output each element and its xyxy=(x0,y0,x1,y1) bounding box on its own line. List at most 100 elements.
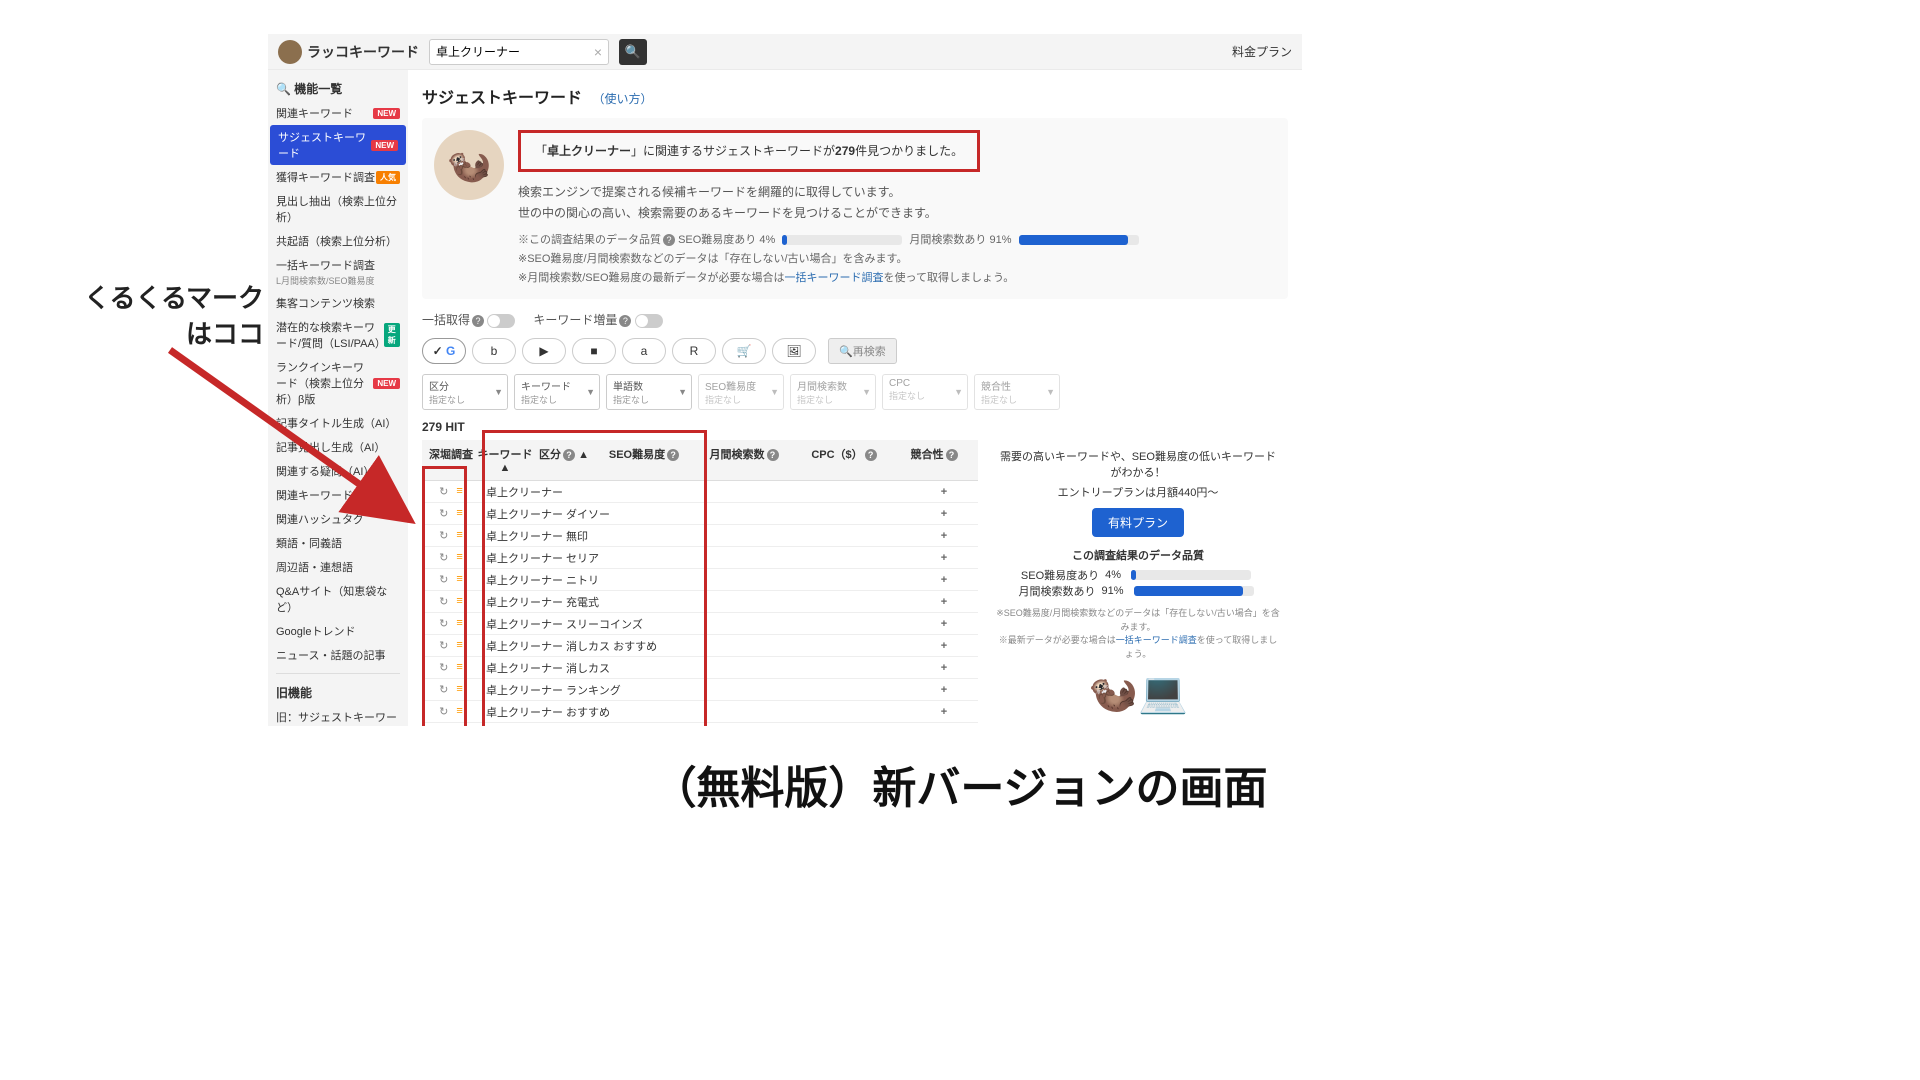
annotation-arrow-icon xyxy=(150,330,430,540)
refresh-icon[interactable]: ↻ xyxy=(439,551,448,564)
research-button[interactable]: 🔍再検索 xyxy=(828,338,897,364)
sidebar-item[interactable]: Googleトレンド xyxy=(268,619,408,643)
info-icon[interactable]: ? xyxy=(472,315,484,327)
sidebar-item[interactable]: ニュース・話題の記事 xyxy=(268,643,408,667)
engine-button[interactable]: ■ xyxy=(572,338,616,364)
keyword-cell: 卓上クリーナー 充電式 xyxy=(476,594,914,610)
menu-icon[interactable]: ≡ xyxy=(456,595,462,608)
menu-icon[interactable]: ≡ xyxy=(456,573,462,586)
sidebar-item[interactable]: 周辺語・連想語 xyxy=(268,555,408,579)
info-icon[interactable]: ? xyxy=(946,449,958,461)
expand-toggle[interactable] xyxy=(635,314,663,328)
refresh-icon[interactable]: ↻ xyxy=(439,683,448,696)
badge: NEW xyxy=(373,108,400,119)
engine-button[interactable]: ▶ xyxy=(522,338,566,364)
col-competition[interactable]: 競合性 xyxy=(911,449,944,461)
bulk-toggle[interactable] xyxy=(487,314,515,328)
refresh-icon[interactable]: ↻ xyxy=(439,639,448,652)
search-button[interactable]: 🔍 xyxy=(619,39,647,65)
table-row[interactable]: ↻ ≡ 卓上クリーナー+ xyxy=(422,481,978,503)
menu-icon[interactable]: ≡ xyxy=(456,507,462,520)
sidebar-item[interactable]: Q&Aサイト（知恵袋など） xyxy=(268,579,408,619)
keyword-cell: 卓上クリーナー xyxy=(476,484,914,500)
engine-button[interactable]: b xyxy=(472,338,516,364)
info-icon[interactable]: ? xyxy=(767,449,779,461)
col-keyword[interactable]: キーワード xyxy=(478,449,533,461)
table-row[interactable]: ↻≡卓上クリーナー セリア+ xyxy=(422,547,978,569)
chevron-down-icon: ▼ xyxy=(494,387,503,397)
menu-icon[interactable]: ≡ xyxy=(456,683,462,696)
table-row[interactable]: ↻≡卓上クリーナー ランキング+ xyxy=(422,679,978,701)
col-deep[interactable]: 深堀調査 xyxy=(426,446,476,474)
filter-select[interactable]: 区分指定なし▼ xyxy=(422,374,508,410)
refresh-icon[interactable]: ↻ xyxy=(439,617,448,630)
info-icon[interactable]: ? xyxy=(865,449,877,461)
table-row[interactable]: ↻≡卓上クリーナー 無印+ xyxy=(422,525,978,547)
kubun-cell: + xyxy=(914,684,974,696)
app-logo[interactable]: ラッコキーワード xyxy=(278,40,419,64)
table-row[interactable]: ↻≡卓上クリーナー おすすめ+ xyxy=(422,701,978,723)
kubun-cell: + xyxy=(914,640,974,652)
filter-select: SEO難易度指定なし▼ xyxy=(698,374,784,410)
topbar: ラッコキーワード × 🔍 料金プラン xyxy=(268,34,1302,70)
main-content: サジェストキーワード （使い方） 🦦 「卓上クリーナー」に関連するサジェストキー… xyxy=(408,70,1302,726)
promo-bulk-link[interactable]: 一括キーワード調査 xyxy=(1116,635,1197,645)
sidebar-item[interactable]: サジェストキーワードNEW xyxy=(270,125,406,165)
sidebar-item[interactable]: 集客コンテンツ検索 xyxy=(268,291,408,315)
info-icon[interactable]: ? xyxy=(667,449,679,461)
menu-icon[interactable]: ≡ xyxy=(456,705,462,718)
sidebar-item[interactable]: 共起語（検索上位分析） xyxy=(268,229,408,253)
info-icon[interactable]: ? xyxy=(619,315,631,327)
engine-button[interactable]: 🖼 xyxy=(772,338,816,364)
menu-icon[interactable]: ≡ xyxy=(456,529,462,542)
app-name: ラッコキーワード xyxy=(307,42,419,62)
pricing-link[interactable]: 料金プラン xyxy=(1232,43,1292,60)
table-row[interactable]: ↻≡卓上クリーナー ダイソー どこにある++ xyxy=(422,723,978,726)
engine-button[interactable]: R xyxy=(672,338,716,364)
table-row[interactable]: ↻≡卓上クリーナー スリーコインズ+ xyxy=(422,613,978,635)
search-input-wrapper[interactable]: × xyxy=(429,39,609,65)
info-icon[interactable]: ? xyxy=(563,449,575,461)
menu-icon[interactable]: ≡ xyxy=(456,639,462,652)
chevron-down-icon: ▼ xyxy=(1046,387,1055,397)
refresh-icon[interactable]: ↻ xyxy=(439,595,448,608)
engine-button[interactable]: a xyxy=(622,338,666,364)
info-icon[interactable]: ? xyxy=(663,234,675,246)
col-kubun[interactable]: 区分 xyxy=(539,449,561,461)
sidebar-old-title: 旧機能 xyxy=(268,680,408,705)
table-row[interactable]: ↻≡卓上クリーナー ニトリ+ xyxy=(422,569,978,591)
menu-icon[interactable]: ≡ xyxy=(456,661,462,674)
col-cpc[interactable]: CPC（$） xyxy=(811,449,862,461)
filter-select[interactable]: 単語数指定なし▼ xyxy=(606,374,692,410)
filter-select[interactable]: キーワード指定なし▼ xyxy=(514,374,600,410)
bulk-research-link[interactable]: 一括キーワード調査 xyxy=(785,272,884,284)
engine-button[interactable]: 🛒 xyxy=(722,338,766,364)
refresh-icon[interactable]: ↻ xyxy=(439,485,448,498)
clear-icon[interactable]: × xyxy=(594,44,602,60)
refresh-icon[interactable]: ↻ xyxy=(439,661,448,674)
sidebar-item[interactable]: 旧：サジェストキーワード xyxy=(268,705,408,726)
table-row[interactable]: ↻≡卓上クリーナー 消しカス おすすめ+ xyxy=(422,635,978,657)
refresh-icon[interactable]: ↻ xyxy=(439,573,448,586)
refresh-icon[interactable]: ↻ xyxy=(439,529,448,542)
plan-button[interactable]: 有料プラン xyxy=(1092,508,1184,537)
refresh-icon[interactable]: ↻ xyxy=(439,705,448,718)
kubun-cell: + xyxy=(914,486,974,498)
col-volume[interactable]: 月間検索数 xyxy=(710,449,765,461)
sidebar-item[interactable]: 獲得キーワード調査人気 xyxy=(268,165,408,189)
refresh-icon[interactable]: ↻ xyxy=(439,507,448,520)
volume-meter xyxy=(1019,235,1139,245)
sidebar-item[interactable]: 見出し抽出（検索上位分析） xyxy=(268,189,408,229)
table-row[interactable]: ↻≡卓上クリーナー 消しカス+ xyxy=(422,657,978,679)
table-row[interactable]: ↻≡卓上クリーナー ダイソー+ xyxy=(422,503,978,525)
help-link[interactable]: （使い方） xyxy=(592,92,652,106)
sidebar-item[interactable]: 一括キーワード調査L月間検索数/SEO難易度 xyxy=(268,253,408,291)
search-icon: 🔍 xyxy=(625,44,641,60)
search-input[interactable] xyxy=(436,45,590,59)
menu-icon[interactable]: ≡ xyxy=(456,551,462,564)
table-row[interactable]: ↻≡卓上クリーナー 充電式+ xyxy=(422,591,978,613)
col-seo[interactable]: SEO難易度 xyxy=(609,449,665,461)
menu-icon[interactable]: ≡ xyxy=(456,617,462,630)
sidebar-item[interactable]: 関連キーワードNEW xyxy=(268,101,408,125)
menu-icon[interactable]: ≡ xyxy=(456,485,462,498)
